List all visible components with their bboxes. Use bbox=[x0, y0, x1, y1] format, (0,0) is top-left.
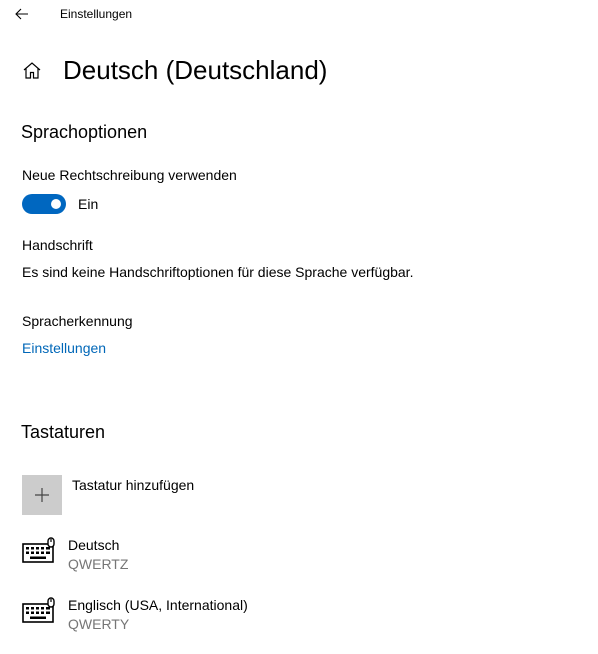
home-icon bbox=[23, 62, 41, 79]
keyboard-layout: QWERTY bbox=[68, 616, 130, 632]
speech-heading: Spracherkennung bbox=[22, 313, 133, 329]
keyboard-layout: QWERTZ bbox=[68, 556, 129, 572]
handwriting-heading: Handschrift bbox=[22, 237, 93, 253]
spellcheck-toggle-row: Ein bbox=[22, 194, 98, 214]
home-button[interactable] bbox=[20, 58, 44, 82]
add-keyboard-label: Tastatur hinzufügen bbox=[72, 477, 195, 493]
keyboards-heading: Tastaturen bbox=[21, 422, 106, 442]
add-keyboard-button[interactable]: Tastatur hinzufügen bbox=[22, 475, 194, 515]
keyboard-name: Englisch (USA, International) bbox=[68, 597, 248, 613]
spellcheck-toggle[interactable] bbox=[22, 194, 66, 214]
keyboard-item-englisch[interactable]: Englisch (USA, International) QWERTY bbox=[22, 597, 248, 633]
keyboard-item-text: Englisch (USA, International) QWERTY bbox=[68, 597, 248, 633]
toggle-knob bbox=[51, 199, 61, 209]
keyboard-name: Deutsch bbox=[68, 537, 120, 553]
page-header: Deutsch (Deutschland) bbox=[20, 52, 327, 88]
page-title: Deutsch (Deutschland) bbox=[63, 54, 328, 85]
handwriting-info-text: Es sind keine Handschriftoptionen für di… bbox=[22, 264, 414, 280]
speech-settings-link[interactable]: Einstellungen bbox=[22, 340, 106, 356]
keyboard-icon bbox=[22, 537, 55, 563]
plus-icon bbox=[35, 488, 49, 502]
app-title: Einstellungen bbox=[60, 7, 133, 21]
keyboard-item-deutsch[interactable]: Deutsch QWERTZ bbox=[22, 537, 128, 573]
language-options-heading: Sprachoptionen bbox=[21, 122, 148, 142]
back-button[interactable] bbox=[8, 2, 36, 26]
add-keyboard-tile bbox=[22, 475, 62, 515]
toggle-state-label: Ein bbox=[78, 196, 99, 212]
spellcheck-label: Neue Rechtschreibung verwenden bbox=[22, 167, 237, 183]
title-bar: Einstellungen bbox=[0, 0, 598, 30]
arrow-left-icon bbox=[15, 8, 28, 20]
keyboard-icon bbox=[22, 597, 55, 623]
keyboard-item-text: Deutsch QWERTZ bbox=[68, 537, 128, 573]
